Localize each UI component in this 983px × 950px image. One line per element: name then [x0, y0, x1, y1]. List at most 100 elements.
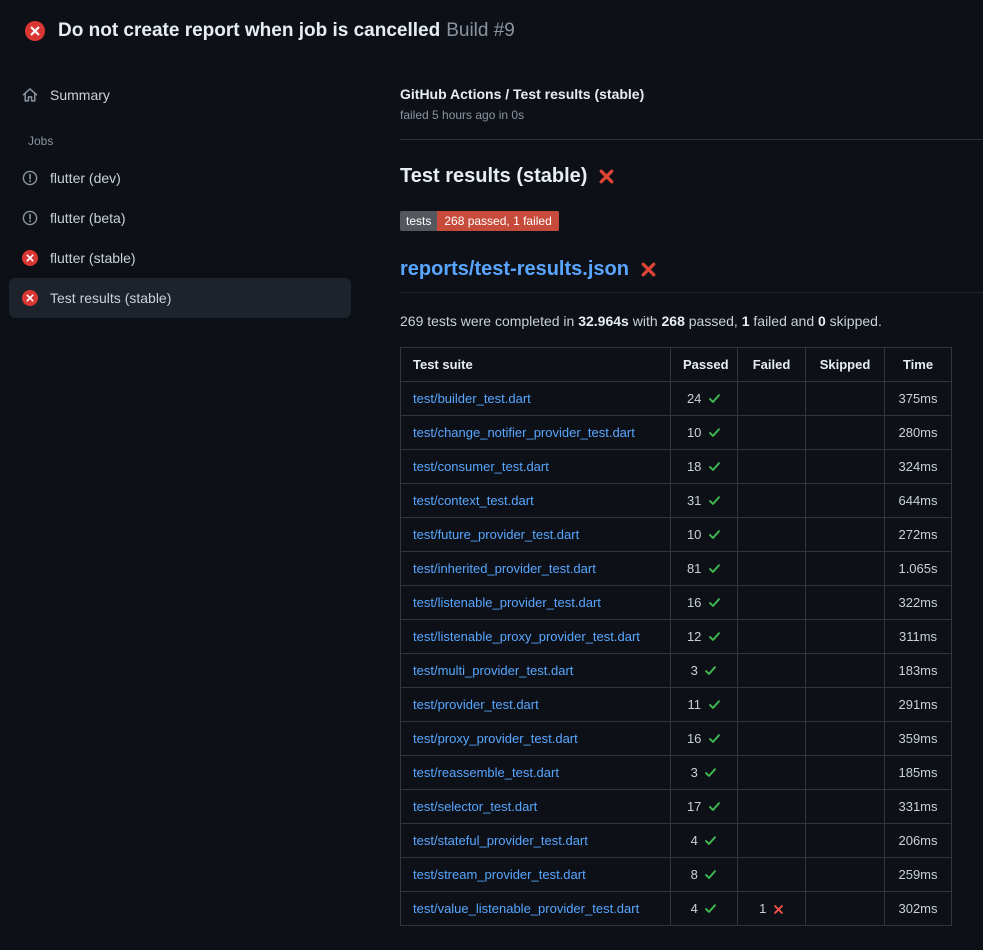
- skipped-cell: [806, 552, 885, 586]
- skipped-cell: [806, 518, 885, 552]
- check-icon: [708, 732, 721, 745]
- jobs-list: flutter (dev)flutter (beta) flutter (stab…: [9, 158, 351, 318]
- run-meta: failed 5 hours ago in 0s: [400, 108, 983, 122]
- summary-line: 269 tests were completed in 32.964s with…: [400, 313, 983, 329]
- failed-cell: [738, 586, 806, 620]
- suite-link[interactable]: test/inherited_provider_test.dart: [413, 561, 596, 576]
- check-icon: [708, 562, 721, 575]
- suite-link[interactable]: test/selector_test.dart: [413, 799, 537, 814]
- job-label: flutter (stable): [50, 250, 136, 266]
- suite-link[interactable]: test/multi_provider_test.dart: [413, 663, 573, 678]
- suite-link[interactable]: test/future_provider_test.dart: [413, 527, 579, 542]
- suite-cell: test/change_notifier_provider_test.dart: [401, 416, 671, 450]
- skipped-cell: [806, 484, 885, 518]
- failed-status-icon: [22, 250, 38, 266]
- time-cell: 644ms: [885, 484, 952, 518]
- skipped-cell: [806, 586, 885, 620]
- suite-link[interactable]: test/builder_test.dart: [413, 391, 531, 406]
- check-icon: [708, 426, 721, 439]
- table-row: test/stateful_provider_test.dart4 206ms: [401, 824, 952, 858]
- results-table: Test suite Passed Failed Skipped Time te…: [400, 347, 952, 926]
- time-cell: 302ms: [885, 892, 952, 926]
- check-icon: [708, 596, 721, 609]
- section-title: Test results (stable): [400, 165, 983, 188]
- failed-cell: [738, 484, 806, 518]
- table-row: test/consumer_test.dart18 324ms: [401, 450, 952, 484]
- suite-link[interactable]: test/stream_provider_test.dart: [413, 867, 586, 882]
- sidebar-item-summary[interactable]: Summary: [9, 76, 351, 114]
- sidebar-job-item[interactable]: flutter (stable): [9, 238, 351, 278]
- table-row: test/multi_provider_test.dart3 183ms: [401, 654, 952, 688]
- report-heading: reports/test-results.json: [400, 258, 983, 293]
- passed-cell: 16: [671, 586, 738, 620]
- suite-link[interactable]: test/consumer_test.dart: [413, 459, 549, 474]
- table-header-row: Test suite Passed Failed Skipped Time: [401, 348, 952, 382]
- check-icon: [708, 630, 721, 643]
- time-cell: 1.065s: [885, 552, 952, 586]
- badge-label: tests: [400, 211, 437, 231]
- page-header: Do not create report when job is cancell…: [0, 0, 983, 56]
- table-row: test/reassemble_test.dart3 185ms: [401, 756, 952, 790]
- passed-cell: 3: [671, 654, 738, 688]
- summary-segment: 32.964s: [578, 313, 629, 329]
- col-header-time: Time: [885, 348, 952, 382]
- time-cell: 311ms: [885, 620, 952, 654]
- failed-status-icon: [22, 290, 38, 306]
- suite-link[interactable]: test/value_listenable_provider_test.dart: [413, 901, 639, 916]
- failed-status-icon: [25, 21, 45, 41]
- summary-segment: with: [629, 313, 662, 329]
- sidebar: Summary Jobs flutter (dev)flutter (beta)…: [0, 56, 360, 318]
- failed-x-icon: [598, 168, 615, 185]
- suite-link[interactable]: test/stateful_provider_test.dart: [413, 833, 588, 848]
- suite-cell: test/consumer_test.dart: [401, 450, 671, 484]
- skipped-cell: [806, 722, 885, 756]
- suite-link[interactable]: test/proxy_provider_test.dart: [413, 731, 578, 746]
- table-row: test/selector_test.dart17 331ms: [401, 790, 952, 824]
- suite-cell: test/listenable_proxy_provider_test.dart: [401, 620, 671, 654]
- passed-cell: 17: [671, 790, 738, 824]
- failed-cell: [738, 688, 806, 722]
- divider: [400, 139, 983, 140]
- table-row: test/value_listenable_provider_test.dart…: [401, 892, 952, 926]
- check-icon: [708, 528, 721, 541]
- table-row: test/provider_test.dart11 291ms: [401, 688, 952, 722]
- passed-cell: 31: [671, 484, 738, 518]
- suite-link[interactable]: test/listenable_proxy_provider_test.dart: [413, 629, 640, 644]
- sidebar-job-item[interactable]: flutter (beta): [9, 198, 351, 238]
- sidebar-job-item[interactable]: Test results (stable): [9, 278, 351, 318]
- report-link[interactable]: reports/test-results.json: [400, 258, 629, 281]
- skipped-cell: [806, 416, 885, 450]
- passed-cell: 81: [671, 552, 738, 586]
- skipped-cell: [806, 892, 885, 926]
- passed-cell: 10: [671, 416, 738, 450]
- suite-link[interactable]: test/reassemble_test.dart: [413, 765, 559, 780]
- col-header-skipped: Skipped: [806, 348, 885, 382]
- skipped-cell: [806, 824, 885, 858]
- suite-cell: test/listenable_provider_test.dart: [401, 586, 671, 620]
- summary-segment: 0: [818, 313, 826, 329]
- time-cell: 272ms: [885, 518, 952, 552]
- check-icon: [704, 664, 717, 677]
- failed-cell: [738, 416, 806, 450]
- failed-cell: [738, 382, 806, 416]
- time-cell: 259ms: [885, 858, 952, 892]
- time-cell: 324ms: [885, 450, 952, 484]
- sidebar-job-item[interactable]: flutter (dev): [9, 158, 351, 198]
- summary-segment: passed,: [685, 313, 742, 329]
- suite-link[interactable]: test/provider_test.dart: [413, 697, 539, 712]
- table-row: test/change_notifier_provider_test.dart 1…: [401, 416, 952, 450]
- suite-cell: test/stateful_provider_test.dart: [401, 824, 671, 858]
- table-row: test/builder_test.dart24 375ms: [401, 382, 952, 416]
- col-header-test-suite: Test suite: [401, 348, 671, 382]
- suite-cell: test/inherited_provider_test.dart: [401, 552, 671, 586]
- suite-link[interactable]: test/change_notifier_provider_test.dart: [413, 425, 635, 440]
- time-cell: 280ms: [885, 416, 952, 450]
- check-icon: [704, 834, 717, 847]
- suite-link[interactable]: test/listenable_provider_test.dart: [413, 595, 601, 610]
- build-number: Build #9: [446, 20, 515, 41]
- failed-cell: [738, 790, 806, 824]
- suite-link[interactable]: test/context_test.dart: [413, 493, 534, 508]
- suite-cell: test/proxy_provider_test.dart: [401, 722, 671, 756]
- check-icon: [708, 698, 721, 711]
- time-cell: 291ms: [885, 688, 952, 722]
